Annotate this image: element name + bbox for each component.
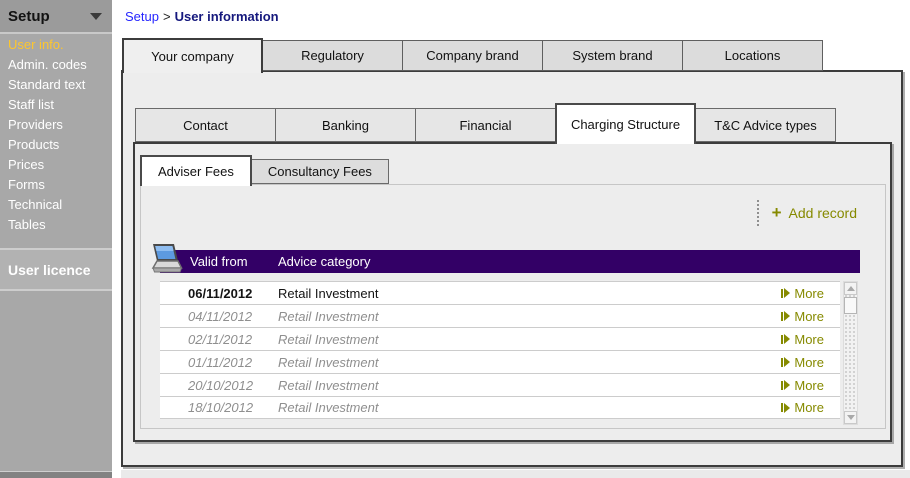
tab-contact[interactable]: Contact <box>135 108 276 142</box>
sidebar-section-user-licence[interactable]: User licence <box>0 248 112 291</box>
more-link[interactable]: More <box>781 400 824 415</box>
arrow-down-icon <box>846 415 855 420</box>
breadcrumb-current: User information <box>174 9 279 24</box>
table-row: 01/11/2012 Retail Investment More <box>160 350 840 373</box>
toolbar-separator <box>756 200 759 226</box>
sidebar-item-forms[interactable]: Forms <box>0 175 112 195</box>
advice-category-cell: Retail Investment <box>278 285 379 301</box>
charging-structure-panel: Adviser Fees Consultancy Fees + Add recor… <box>133 142 892 442</box>
advice-category-cell: Retail Investment <box>278 354 379 370</box>
main-content: Setup > User information Your company Regul… <box>121 0 910 478</box>
sidebar-title: Setup <box>8 7 50 25</box>
tab-regulatory[interactable]: Regulatory <box>262 40 403 71</box>
breadcrumb-link-setup[interactable]: Setup <box>125 9 159 24</box>
breadcrumb-separator: > <box>162 9 171 24</box>
valid-from-cell: 20/10/2012 <box>188 377 254 393</box>
sidebar-item-admin-codes[interactable]: Admin. codes <box>0 55 112 75</box>
tab-company-brand[interactable]: Company brand <box>402 40 543 71</box>
advice-category-cell: Retail Investment <box>278 400 379 415</box>
secondary-tabs: Contact Banking Financial Charging Structur… <box>135 103 836 144</box>
breadcrumb: Setup > User information <box>125 9 279 24</box>
sidebar-item-staff-list[interactable]: Staff list <box>0 95 112 115</box>
toolbar: + Add record <box>756 198 857 228</box>
table-scrollbar[interactable] <box>843 281 858 425</box>
tab-adviser-fees[interactable]: Adviser Fees <box>140 155 252 186</box>
computer-icon <box>144 242 184 280</box>
more-label: More <box>794 377 824 393</box>
sidebar-item-technical[interactable]: Technical <box>0 195 112 215</box>
tab-your-company[interactable]: Your company <box>122 38 263 73</box>
more-link[interactable]: More <box>781 332 824 347</box>
table-row: 06/11/2012 Retail Investment More <box>160 281 840 304</box>
advice-category-cell: Retail Investment <box>278 377 379 393</box>
more-arrow-icon <box>781 288 791 298</box>
column-header-advice-category: Advice category <box>278 254 371 269</box>
tab-banking[interactable]: Banking <box>275 108 416 142</box>
tab-charging-structure[interactable]: Charging Structure <box>555 103 696 144</box>
more-link[interactable]: More <box>781 309 824 324</box>
more-label: More <box>794 400 824 415</box>
tab-financial[interactable]: Financial <box>415 108 556 142</box>
table-body: 06/11/2012 Retail Investment More 04/11/201… <box>160 281 840 419</box>
more-arrow-icon <box>781 402 791 413</box>
add-record-button[interactable]: + Add record <box>771 203 857 222</box>
more-link[interactable]: More <box>781 286 824 301</box>
more-arrow-icon <box>781 311 791 321</box>
page-bottom-strip <box>121 470 910 478</box>
table-row: 04/11/2012 Retail Investment More <box>160 304 840 327</box>
valid-from-cell: 02/11/2012 <box>188 331 253 347</box>
valid-from-cell: 04/11/2012 <box>188 308 253 324</box>
more-link[interactable]: More <box>781 355 824 370</box>
sidebar-item-providers[interactable]: Providers <box>0 115 112 135</box>
more-link[interactable]: More <box>781 378 824 393</box>
table-row: 18/10/2012 Retail Investment More <box>160 396 840 419</box>
advice-category-cell: Retail Investment <box>278 331 379 347</box>
sidebar-item-prices[interactable]: Prices <box>0 155 112 175</box>
sidebar: Setup User info. Admin. codes Standard tex… <box>0 0 112 478</box>
sidebar-bottom-strip <box>0 471 112 478</box>
primary-tabs: Your company Regulatory Company brand Syste… <box>122 38 823 73</box>
more-label: More <box>794 308 824 324</box>
more-arrow-icon <box>781 380 791 390</box>
sidebar-item-standard-text[interactable]: Standard text <box>0 75 112 95</box>
sidebar-item-products[interactable]: Products <box>0 135 112 155</box>
arrow-up-icon <box>846 286 855 291</box>
valid-from-cell: 01/11/2012 <box>188 354 253 370</box>
table-row: 20/10/2012 Retail Investment More <box>160 373 840 396</box>
scrollbar-thumb[interactable] <box>844 297 857 314</box>
adviser-fees-content: + Add record Valid from Advice category … <box>140 184 886 429</box>
tab-consultancy-fees[interactable]: Consultancy Fees <box>250 159 389 184</box>
table-header: Valid from Advice category <box>160 250 860 273</box>
valid-from-cell: 06/11/2012 <box>188 285 253 301</box>
more-arrow-icon <box>781 357 791 367</box>
table-row: 02/11/2012 Retail Investment More <box>160 327 840 350</box>
tab-system-brand[interactable]: System brand <box>542 40 683 71</box>
scroll-down-button[interactable] <box>844 411 857 424</box>
sidebar-dropdown-header[interactable]: Setup <box>0 0 112 34</box>
sidebar-menu: User info. Admin. codes Standard text Staff… <box>0 34 112 235</box>
tab-t-c-advice-types[interactable]: T&C Advice types <box>695 108 836 142</box>
more-arrow-icon <box>781 334 791 344</box>
tab-locations[interactable]: Locations <box>682 40 823 71</box>
more-label: More <box>794 354 824 370</box>
add-record-label: Add record <box>788 205 857 221</box>
fee-tabs: Adviser Fees Consultancy Fees <box>140 155 389 186</box>
advice-category-cell: Retail Investment <box>278 308 379 324</box>
plus-icon: + <box>771 203 782 222</box>
chevron-down-icon <box>90 12 102 20</box>
sidebar-item-user-info[interactable]: User info. <box>0 35 112 55</box>
valid-from-cell: 18/10/2012 <box>188 400 254 415</box>
more-label: More <box>794 331 824 347</box>
sidebar-section-label: User licence <box>8 261 91 278</box>
sidebar-item-tables[interactable]: Tables <box>0 215 112 235</box>
more-label: More <box>794 285 824 301</box>
column-header-valid-from: Valid from <box>190 254 248 269</box>
your-company-panel: Contact Banking Financial Charging Structur… <box>121 70 903 467</box>
scroll-up-button[interactable] <box>844 282 857 295</box>
